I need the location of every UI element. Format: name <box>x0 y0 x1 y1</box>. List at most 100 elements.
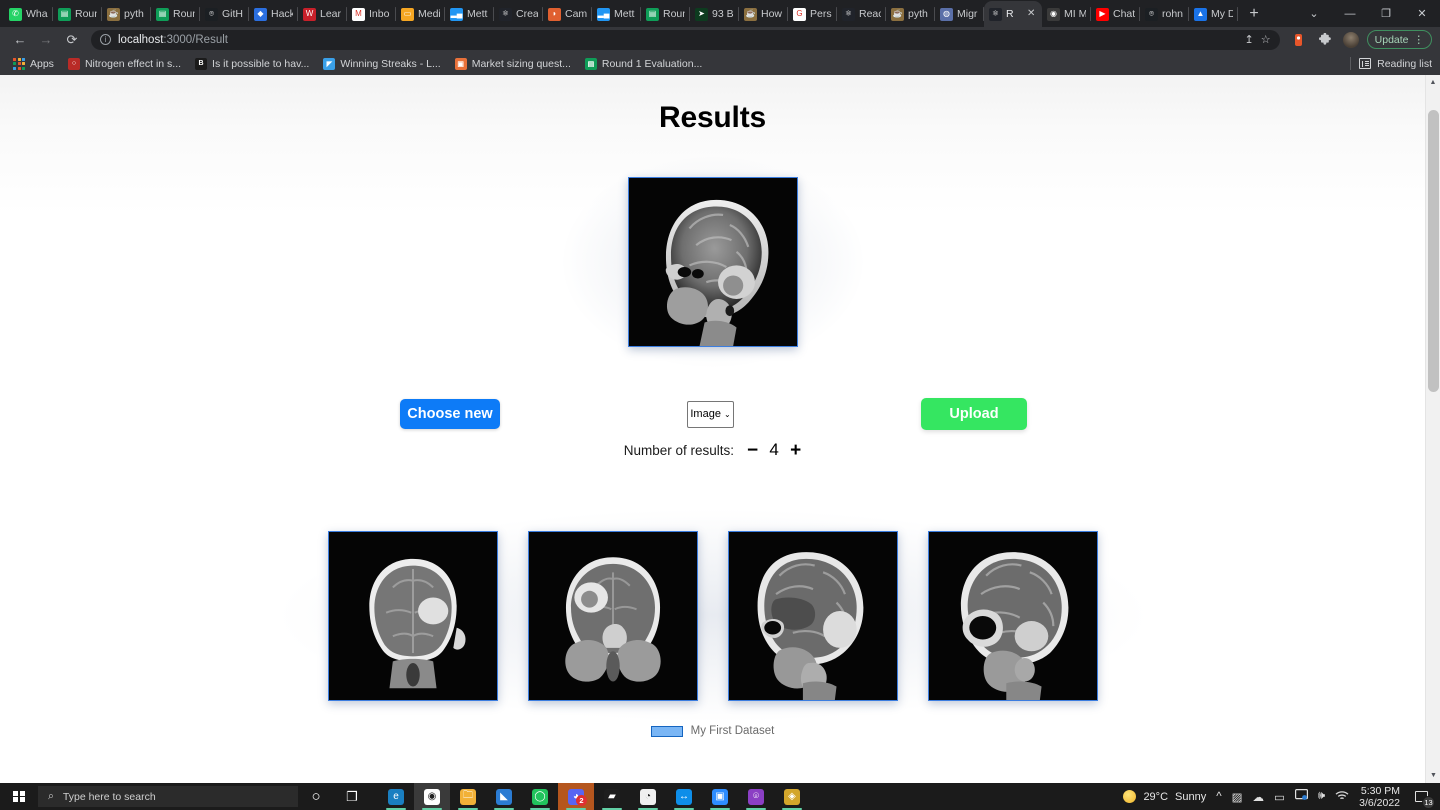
new-tab-button[interactable]: + <box>1241 1 1267 27</box>
page-scrollbar[interactable]: ▲ ▼ <box>1425 75 1440 783</box>
task-view-icon[interactable]: ❐ <box>334 783 370 810</box>
clock-widget[interactable]: 5:30 PM 3/6/2022 <box>1359 785 1400 809</box>
browser-tab[interactable]: ▂▄ Mett <box>445 1 494 27</box>
onedrive-icon[interactable]: ☁ <box>1253 790 1265 804</box>
scroll-down-arrow[interactable]: ▼ <box>1426 768 1440 783</box>
scroll-up-arrow[interactable]: ▲ <box>1426 75 1440 90</box>
address-bar[interactable]: i localhost:3000/Result ↥ ☆ <box>91 29 1280 50</box>
bookmark-item[interactable]: ▤ Round 1 Evaluation... <box>578 54 709 74</box>
start-button[interactable] <box>0 783 38 810</box>
bookmark-item[interactable]: ○ Nitrogen effect in s... <box>61 54 188 74</box>
taskbar-app-github-desktop[interactable]: ⌾ <box>738 783 774 810</box>
cortana-icon[interactable]: ○ <box>298 783 334 810</box>
back-icon[interactable]: ← <box>8 29 32 51</box>
edge-icon: e <box>388 788 404 805</box>
volume-icon[interactable]: 🕪 <box>1318 790 1325 803</box>
browser-tab[interactable]: ⌾ GitH <box>200 1 249 27</box>
taskbar-app-file-explorer[interactable]: 🗀 <box>450 783 486 810</box>
display-settings-icon[interactable] <box>1294 789 1308 804</box>
query-image-preview[interactable] <box>627 177 798 347</box>
browser-tab[interactable]: ✆ Wha <box>4 1 53 27</box>
tray-expand-icon[interactable]: ^ <box>1216 791 1221 803</box>
taskbar-search[interactable]: ⌕ Type here to search <box>38 786 298 807</box>
browser-tab[interactable]: ⚛ R ✕ <box>984 1 1042 27</box>
browser-tab[interactable]: W Lear <box>298 1 347 27</box>
result-thumbnail[interactable] <box>927 530 1098 701</box>
browser-tab[interactable]: ▤ Roun <box>641 1 690 27</box>
taskbar-app-sublime[interactable]: ◈ <box>774 783 810 810</box>
share-icon[interactable]: ↥ <box>1245 33 1254 46</box>
bookmark-star-icon[interactable]: ☆ <box>1261 33 1271 46</box>
browser-tab[interactable]: ▲ My D <box>1189 1 1238 27</box>
browser-tab[interactable]: ▂▄ Mett <box>592 1 641 27</box>
result-thumbnail[interactable] <box>727 530 898 701</box>
taskbar-app-terminal[interactable]: ▰ <box>594 783 630 810</box>
browser-tab[interactable]: M Inbo <box>347 1 396 27</box>
browser-tab[interactable]: ◗ Cam <box>543 1 592 27</box>
minimize-button[interactable]: — <box>1332 0 1368 27</box>
scrollbar-thumb[interactable] <box>1428 110 1439 392</box>
extensions-puzzle-icon[interactable] <box>1313 29 1337 51</box>
browser-tab[interactable]: ◍ Migr <box>935 1 984 27</box>
browser-tab[interactable]: G Pers <box>788 1 837 27</box>
browser-tab[interactable]: ▭ Medi <box>396 1 445 27</box>
tab-search-button[interactable]: ⌄ <box>1296 0 1332 27</box>
maximize-button[interactable]: ❐ <box>1368 0 1404 27</box>
browser-tab[interactable]: ⚛ Reac <box>837 1 886 27</box>
taskbar-app-vscode[interactable]: ◣ <box>486 783 522 810</box>
notifications-button[interactable]: 13 <box>1410 788 1435 809</box>
result-thumbnail[interactable] <box>527 530 698 701</box>
close-tab-icon[interactable]: ✕ <box>1027 9 1037 19</box>
increment-results-button[interactable]: + <box>790 441 801 460</box>
wifi-icon[interactable] <box>1335 790 1349 804</box>
python-docs-icon: ☕ <box>744 7 757 21</box>
tab-label: Crea <box>516 8 538 20</box>
browser-tab[interactable]: ☕ How <box>739 1 788 27</box>
network-adapter-icon[interactable]: ▨ <box>1232 790 1243 804</box>
close-window-button[interactable]: ✕ <box>1404 0 1440 27</box>
taskbar-app-chrome[interactable]: ◉ <box>414 783 450 810</box>
update-button[interactable]: Update ⋮ <box>1366 30 1432 49</box>
result-thumbnail[interactable] <box>327 530 498 701</box>
taskbar-app-loading-ring[interactable]: ◯ <box>522 783 558 810</box>
taskbar-app-pomodoro[interactable]: ◔ <box>630 783 666 810</box>
bookmark-item[interactable]: ▣ Market sizing quest... <box>448 54 578 74</box>
reading-list-button[interactable]: Reading list <box>1350 57 1432 70</box>
extension-orange-icon[interactable] <box>1287 29 1311 51</box>
taskbar-app-teamviewer[interactable]: ↔ <box>666 783 702 810</box>
weather-widget[interactable]: 29°C Sunny <box>1123 790 1206 803</box>
sheets-icon: ▤ <box>584 57 597 70</box>
sagittal-brain-mri-icon <box>928 531 1097 700</box>
profile-avatar[interactable] <box>1339 29 1363 51</box>
hackerearth-icon: ◆ <box>254 7 267 21</box>
reload-icon[interactable]: ⟳ <box>60 29 84 51</box>
browser-tab[interactable]: ➤ 93 B <box>690 1 739 27</box>
decrement-results-button[interactable]: − <box>747 441 758 460</box>
browser-tab[interactable]: ▤ Roun <box>151 1 200 27</box>
taskbar-app-zoom[interactable]: ▣ <box>702 783 738 810</box>
apps-grid-icon <box>13 57 25 70</box>
browser-tab[interactable]: ⚛ Crea <box>494 1 543 27</box>
react-icon: ⚛ <box>842 7 855 21</box>
browser-tab[interactable]: ☕ pyth <box>886 1 935 27</box>
tab-label: pyth <box>908 8 928 20</box>
browser-menu-icon[interactable]: ⋮ <box>1414 34 1425 46</box>
bookmark-item[interactable]: ◤ Winning Streaks - L... <box>316 54 447 74</box>
browser-tab[interactable]: ▶ Chat <box>1091 1 1140 27</box>
browser-tab[interactable]: ⌾ rohn <box>1140 1 1189 27</box>
site-info-icon[interactable]: i <box>100 34 111 45</box>
forward-icon[interactable]: → <box>34 29 58 51</box>
browser-tab[interactable]: ◆ Hack <box>249 1 298 27</box>
browser-tab[interactable]: ◉ MI M <box>1042 1 1091 27</box>
taskbar-app-edge[interactable]: e <box>378 783 414 810</box>
browser-tab[interactable]: ☕ pyth <box>102 1 151 27</box>
choose-new-button[interactable]: Choose new <box>400 399 500 429</box>
bookmark-item[interactable]: B Is it possible to hav... <box>188 54 316 74</box>
campus-icon: ◗ <box>548 7 561 21</box>
browser-tab[interactable]: ▤ Roun <box>53 1 102 27</box>
battery-icon[interactable]: ▭ <box>1274 790 1285 804</box>
taskbar-app-discord[interactable]: ◕2 <box>558 783 594 810</box>
upload-button[interactable]: Upload <box>921 398 1027 430</box>
bookmark-item[interactable]: Apps <box>6 54 61 74</box>
result-type-select[interactable]: Image ⌄ <box>687 400 734 428</box>
